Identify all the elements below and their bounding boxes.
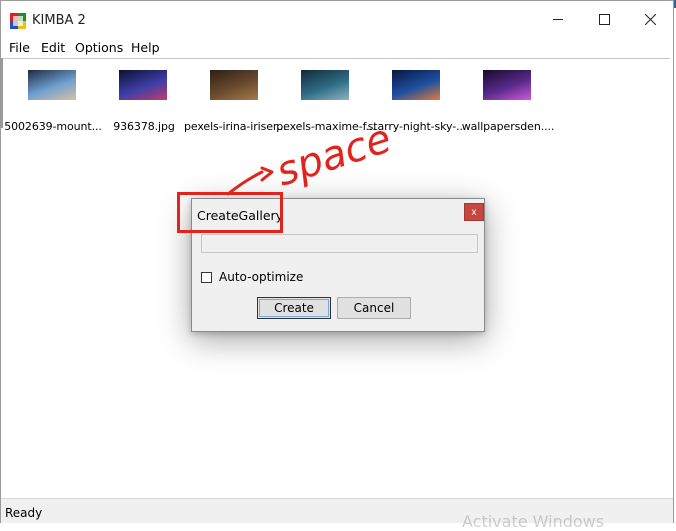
annotation-text: space [271, 116, 397, 196]
annotation-scribble: space [226, 116, 397, 196]
activation-watermark: Activate Windows [462, 512, 605, 531]
